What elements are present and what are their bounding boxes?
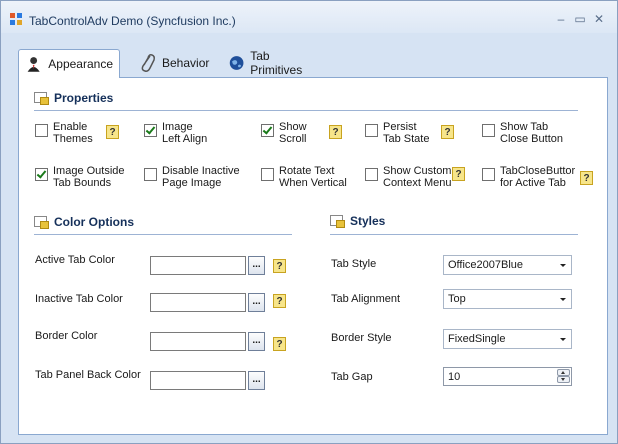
dropdown-value: Office2007Blue — [448, 259, 524, 271]
persist-tab-state-checkbox[interactable] — [365, 124, 378, 137]
show-scroll-option[interactable]: Show Scroll — [261, 121, 307, 145]
spin-up-icon[interactable] — [557, 369, 570, 376]
border-color-browse-button[interactable]: ... — [248, 332, 265, 351]
show-scroll-checkbox[interactable] — [261, 124, 274, 137]
option-label: Image Left Align — [162, 121, 208, 145]
color-options-divider — [34, 234, 292, 235]
rotate-text-when-vertical-option[interactable]: Rotate Text When Vertical — [261, 165, 347, 189]
persist-tab-state-option[interactable]: Persist Tab State — [365, 121, 429, 145]
tab-panel-back-color-swatch[interactable] — [150, 371, 246, 390]
tab-style-dropdown[interactable]: Office2007Blue — [443, 255, 572, 275]
option-label: Show Custom Context Menu — [383, 165, 452, 189]
properties-icon — [34, 92, 49, 105]
show-custom-context-menu-help-icon[interactable]: ? — [452, 167, 465, 181]
tab-panel-back-color-browse-button[interactable]: ... — [248, 371, 265, 390]
maximize-button[interactable]: ▭ — [573, 12, 587, 26]
border-style-label: Border Style — [331, 332, 392, 344]
tab-behavior[interactable]: Behavior — [138, 49, 209, 77]
option-label: Enable Themes — [53, 121, 93, 145]
border-color-help-icon[interactable]: ? — [273, 337, 286, 351]
image-left-align-checkbox[interactable] — [144, 124, 157, 137]
disable-inactive-page-image-option[interactable]: Disable Inactive Page Image — [144, 165, 240, 189]
spin-buttons — [557, 369, 570, 384]
chevron-down-icon[interactable] — [557, 292, 569, 306]
enable-themes-checkbox[interactable] — [35, 124, 48, 137]
inactive-tab-color-help-icon[interactable]: ? — [273, 294, 286, 308]
show-custom-context-menu-checkbox[interactable] — [365, 168, 378, 181]
chevron-down-icon[interactable] — [557, 332, 569, 346]
inactive-tab-color-swatch[interactable] — [150, 293, 246, 312]
tab-style-label: Tab Style — [331, 258, 377, 270]
enable-themes-help-icon[interactable]: ? — [106, 125, 119, 139]
tab-gap-spinner[interactable]: 10 — [443, 367, 572, 386]
spin-down-icon[interactable] — [557, 376, 570, 383]
dropdown-value: Top — [448, 293, 466, 305]
image-outside-tab-bounds-checkbox[interactable] — [35, 168, 48, 181]
globe-icon — [229, 56, 244, 70]
section-title: Styles — [350, 214, 386, 228]
show-tab-close-button-checkbox[interactable] — [482, 124, 495, 137]
paperclip-icon — [141, 54, 155, 72]
tab-label: Behavior — [162, 56, 210, 70]
styles-icon — [330, 215, 345, 228]
properties-header: Properties — [34, 91, 113, 105]
color-options-icon — [34, 216, 49, 229]
spinner-value: 10 — [448, 371, 461, 383]
show-tab-close-button-option[interactable]: Show Tab Close Button — [482, 121, 563, 145]
tab-label: Tab Primitives — [250, 49, 303, 77]
rotate-text-when-vertical-checkbox[interactable] — [261, 168, 274, 181]
show-custom-context-menu-option[interactable]: Show Custom Context Menu — [365, 165, 451, 189]
tab-close-button-active-tab-help-icon[interactable]: ? — [580, 171, 593, 185]
tab-panel-back-color-label: Tab Panel Back Color — [35, 369, 141, 381]
persist-tab-state-help-icon[interactable]: ? — [441, 125, 454, 139]
section-title: Properties — [54, 91, 114, 105]
tab-appearance[interactable]: Appearance — [18, 49, 120, 78]
active-tab-color-swatch[interactable] — [150, 256, 246, 275]
tab-close-button-active-tab-checkbox[interactable] — [482, 168, 495, 181]
option-label: Persist Tab State — [383, 121, 430, 145]
tab-alignment-dropdown[interactable]: Top — [443, 289, 572, 309]
enable-themes-option[interactable]: Enable Themes — [35, 121, 93, 145]
active-tab-color-browse-button[interactable]: ... — [248, 256, 265, 275]
disable-inactive-page-image-checkbox[interactable] — [144, 168, 157, 181]
inactive-tab-color-label: Inactive Tab Color — [35, 293, 123, 305]
active-tab-color-help-icon[interactable]: ? — [273, 259, 286, 273]
user-icon — [27, 57, 40, 72]
inactive-tab-color-browse-button[interactable]: ... — [248, 293, 265, 312]
close-button[interactable]: ✕ — [592, 12, 606, 26]
option-label: TabCloseButtor for Active Tab — [500, 165, 576, 189]
app-grid-icon — [10, 13, 23, 26]
tab-close-button-active-tab-option[interactable]: TabCloseButtor for Active Tab — [482, 165, 575, 189]
tab-alignment-label: Tab Alignment — [331, 293, 401, 305]
border-color-swatch[interactable] — [150, 332, 246, 351]
dropdown-value: FixedSingle — [448, 333, 506, 345]
tab-label: Appearance — [48, 57, 113, 71]
window-title: TabControlAdv Demo (Syncfusion Inc.) — [29, 14, 236, 28]
title-bar[interactable]: TabControlAdv Demo (Syncfusion Inc.) – ▭… — [1, 1, 617, 33]
option-label: Show Tab Close Button — [500, 121, 563, 145]
tab-gap-label: Tab Gap — [331, 371, 373, 383]
color-options-header: Color Options — [34, 215, 134, 229]
show-scroll-help-icon[interactable]: ? — [329, 125, 342, 139]
properties-divider — [34, 110, 578, 111]
option-label: Disable Inactive Page Image — [162, 165, 240, 189]
styles-header: Styles — [330, 214, 385, 228]
image-left-align-option[interactable]: Image Left Align — [144, 121, 207, 145]
chevron-down-icon[interactable] — [557, 258, 569, 272]
option-label: Show Scroll — [279, 121, 307, 145]
border-color-label: Border Color — [35, 330, 98, 342]
section-title: Color Options — [54, 215, 134, 229]
tab-primitives[interactable]: Tab Primitives — [229, 49, 307, 77]
option-label: Rotate Text When Vertical — [279, 165, 347, 189]
image-outside-tab-bounds-option[interactable]: Image Outside Tab Bounds — [35, 165, 125, 189]
minimize-button[interactable]: – — [554, 12, 568, 26]
styles-divider — [330, 234, 578, 235]
app-window: TabControlAdv Demo (Syncfusion Inc.) – ▭… — [0, 0, 618, 444]
active-tab-color-label: Active Tab Color — [35, 254, 115, 266]
option-label: Image Outside Tab Bounds — [53, 165, 125, 189]
border-style-dropdown[interactable]: FixedSingle — [443, 329, 572, 349]
